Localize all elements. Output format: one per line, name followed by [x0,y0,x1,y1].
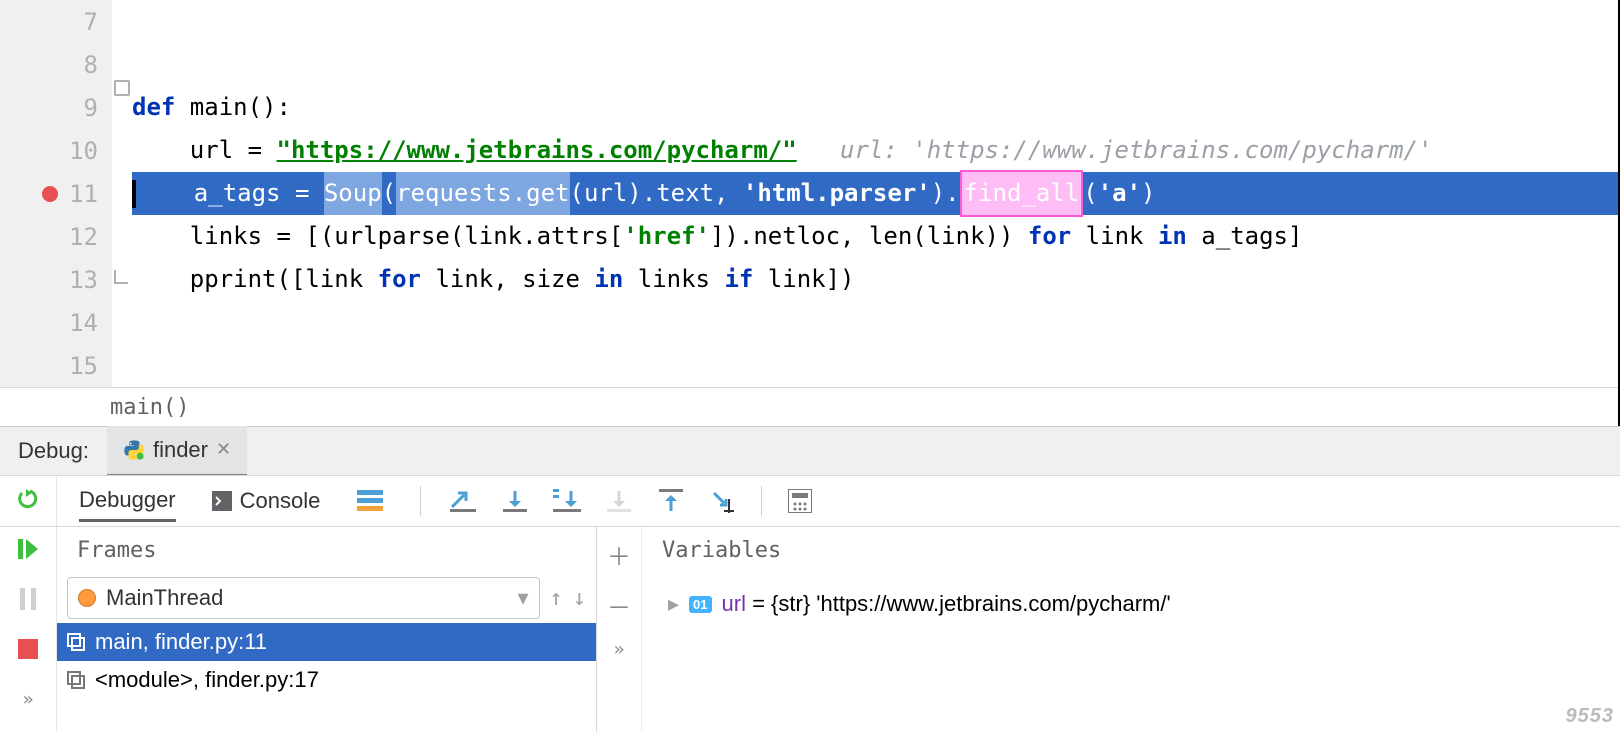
expand-icon[interactable]: ▸ [668,591,679,617]
variable-value: = {str} 'https://www.jetbrains.com/pycha… [746,591,1171,616]
debug-toolwindow-header: Debug: finder ✕ [0,426,1620,475]
line-number[interactable]: 15 [0,344,98,387]
pause-button[interactable] [14,585,42,613]
resume-button[interactable] [14,535,42,563]
fold-strip[interactable] [112,0,132,387]
show-execution-point-button[interactable] [449,487,477,515]
separator [420,486,421,516]
variables-panel: Variables ▸ 01 url = {str} 'https://www.… [642,527,1620,732]
frames-header: Frames [57,527,596,573]
line-number[interactable]: 7 [0,0,98,43]
debug-tab-label: finder [153,437,208,463]
tab-debugger[interactable]: Debugger [79,487,176,522]
debug-side-toolbar: » [0,527,57,732]
variables-header: Variables [642,527,1620,573]
variable-row[interactable]: ▸ 01 url = {str} 'https://www.jetbrains.… [668,591,1594,617]
frame-item[interactable]: main, finder.py:11 [57,623,596,661]
step-into-my-code-button[interactable] [605,487,633,515]
highlighted-call: find_all [960,170,1084,217]
python-icon [123,439,145,461]
console-icon [212,491,232,511]
thread-status-icon [78,589,96,607]
more-button[interactable]: » [614,639,625,660]
code-line: def main(): [132,86,1618,129]
debug-label: Debug: [0,438,107,464]
line-number[interactable]: 9 [0,86,98,129]
frame-icon [67,633,85,651]
remove-watch-button[interactable]: － [607,588,631,623]
fold-end-icon [114,270,128,284]
code-body[interactable]: def main(): url = "https://www.jetbrains… [132,0,1618,387]
line-number[interactable]: 8 [0,43,98,86]
thread-selector[interactable]: MainThread ▾ [67,577,540,619]
fold-toggle-icon[interactable] [114,80,130,96]
more-button[interactable]: » [14,685,42,713]
line-number[interactable]: 10 [0,129,98,172]
run-to-cursor-button[interactable] [709,487,737,515]
frame-item[interactable]: <module>, finder.py:17 [57,661,596,699]
debug-tab-finder[interactable]: finder ✕ [107,426,247,477]
current-exec-line[interactable]: a_tags = Soup(requests.get(url).text, 'h… [132,172,1618,215]
code-line: url = "https://www.jetbrains.com/pycharm… [132,129,1618,172]
stop-button[interactable] [14,635,42,663]
variable-name: url [722,591,746,616]
gutter[interactable]: 7 8 9 10 11 12 13 14 15 [0,0,112,387]
line-number[interactable]: 11 [0,172,98,215]
type-badge-icon: 01 [689,596,711,613]
threads-icon[interactable] [356,487,384,515]
line-number[interactable]: 13 [0,258,98,301]
step-over-button[interactable] [501,487,529,515]
step-out-button[interactable] [657,487,685,515]
debugger-body: » Frames MainThread ▾ ↑ ↓ main, finder.p… [0,527,1620,732]
breakpoint-icon[interactable] [42,186,58,202]
variables-toolbar: ＋ － » [597,527,642,732]
frame-down-button[interactable]: ↓ [573,586,586,611]
evaluate-expression-button[interactable] [786,487,814,515]
rerun-icon [16,489,40,513]
code-line: links = [(urlparse(link.attrs['href']).n… [132,215,1618,258]
thread-name: MainThread [106,585,223,611]
code-line: pprint([link for link, size in links if … [132,258,1618,301]
line-number[interactable]: 14 [0,301,98,344]
debugger-toolbar: Debugger Console [0,475,1620,527]
line-number[interactable]: 12 [0,215,98,258]
code-editor[interactable]: 7 8 9 10 11 12 13 14 15 def main(): url … [0,0,1620,426]
step-into-button[interactable] [553,487,581,515]
watermark: 9553 [1566,705,1615,728]
chevron-down-icon: ▾ [517,585,528,611]
breadcrumb[interactable]: main() [0,387,1618,426]
separator [761,486,762,516]
frame-icon [67,671,85,689]
frames-panel: Frames MainThread ▾ ↑ ↓ main, finder.py:… [57,527,597,732]
tab-console[interactable]: Console [212,488,321,514]
close-icon[interactable]: ✕ [216,439,231,460]
rerun-button[interactable] [0,476,57,526]
add-watch-button[interactable]: ＋ [607,537,631,572]
frame-up-button[interactable]: ↑ [550,586,563,611]
